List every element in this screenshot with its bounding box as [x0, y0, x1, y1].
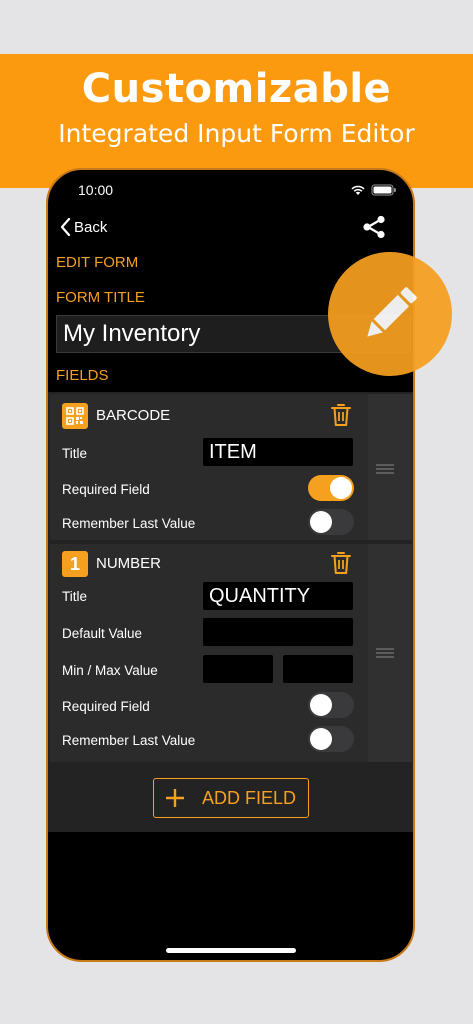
- drag-handle-icon[interactable]: [376, 464, 394, 474]
- title-label: Title: [62, 446, 88, 461]
- trash-icon[interactable]: [330, 550, 352, 576]
- drag-handle-column: [368, 544, 412, 762]
- default-value-input[interactable]: [203, 618, 353, 646]
- field-title-input[interactable]: ITEM: [203, 438, 353, 466]
- banner-subtitle: Integrated Input Form Editor: [58, 119, 415, 148]
- number-badge: 1: [62, 551, 88, 577]
- required-field-label: Required Field: [62, 699, 150, 714]
- add-field-button[interactable]: ADD FIELD: [153, 778, 309, 818]
- back-button[interactable]: Back: [60, 216, 107, 238]
- barcode-icon: [62, 403, 88, 429]
- back-label: Back: [74, 218, 108, 236]
- add-field-label: ADD FIELD: [202, 788, 297, 808]
- fields-heading: FIELDS: [56, 367, 109, 384]
- required-field-toggle[interactable]: [308, 692, 354, 718]
- toggle-knob: [310, 511, 332, 533]
- wifi-icon: [351, 185, 365, 195]
- remember-last-value-label: Remember Last Value: [62, 516, 196, 531]
- status-icons: [351, 184, 396, 196]
- required-field-toggle[interactable]: [308, 475, 354, 501]
- field-type-label: NUMBER: [96, 555, 162, 572]
- title-label: Title: [62, 589, 88, 604]
- required-field-label: Required Field: [62, 482, 150, 497]
- form-title-label: FORM TITLE: [56, 289, 145, 306]
- remember-last-value-label: Remember Last Value: [62, 733, 196, 748]
- toggle-knob: [330, 477, 352, 499]
- field-card-barcode: BARCODE Title ITEM Required Field Rememb…: [50, 394, 368, 540]
- edit-form-heading: EDIT FORM: [56, 254, 139, 271]
- home-indicator: [166, 948, 296, 953]
- field-type-label: BARCODE: [96, 407, 171, 424]
- toggle-knob: [310, 694, 332, 716]
- remember-last-value-toggle[interactable]: [308, 726, 354, 752]
- field-card-number: 1 NUMBER Title QUANTITY Default Value Mi…: [50, 544, 368, 762]
- plus-icon: [166, 789, 184, 807]
- max-value-input[interactable]: [283, 655, 353, 683]
- drag-handle-column: [368, 394, 412, 540]
- pencil-badge: [328, 252, 452, 376]
- status-time: 10:00: [78, 182, 114, 198]
- share-icon[interactable]: [361, 214, 387, 240]
- battery-icon: [371, 184, 396, 196]
- drag-handle-icon[interactable]: [376, 648, 394, 658]
- fields-list: BARCODE Title ITEM Required Field Rememb…: [48, 392, 413, 832]
- field-title-input[interactable]: QUANTITY: [203, 582, 353, 610]
- trash-icon[interactable]: [330, 402, 352, 428]
- default-value-label: Default Value: [62, 626, 143, 641]
- back-chevron-icon: [60, 218, 71, 236]
- pencil-icon: [367, 287, 417, 337]
- min-value-input[interactable]: [203, 655, 273, 683]
- banner-title: Customizable: [81, 66, 392, 112]
- min-max-value-label: Min / Max Value: [62, 663, 158, 678]
- toggle-knob: [310, 728, 332, 750]
- remember-last-value-toggle[interactable]: [308, 509, 354, 535]
